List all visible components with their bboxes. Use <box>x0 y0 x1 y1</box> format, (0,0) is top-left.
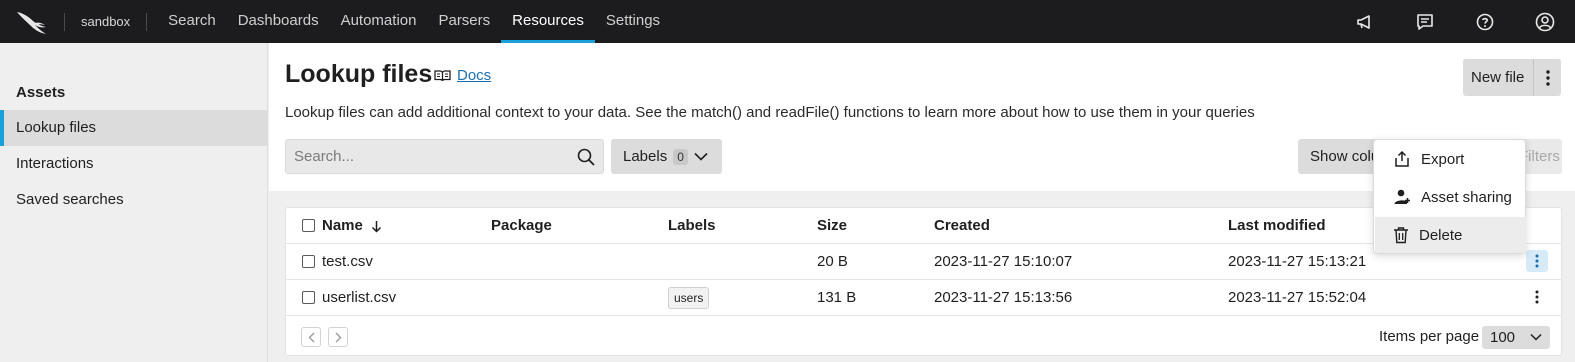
file-created: 2023-11-27 15:13:56 <box>934 289 1073 306</box>
topbar-icons <box>1335 0 1575 43</box>
items-per-page-label: Items per page <box>1379 328 1480 345</box>
chat-icon[interactable] <box>1395 0 1455 43</box>
sidebar-item-lookup-files[interactable]: Lookup files <box>0 110 268 146</box>
help-icon[interactable] <box>1455 0 1515 43</box>
items-per-page-value: 100 <box>1490 329 1516 346</box>
nav-automation[interactable]: Automation <box>330 0 428 43</box>
divider <box>146 12 148 31</box>
export-icon <box>1395 150 1409 167</box>
main-nav: Search Dashboards Automation Parsers Res… <box>157 0 671 43</box>
file-labels: users <box>668 280 710 316</box>
column-header-created[interactable]: Created <box>934 208 990 244</box>
docs-link[interactable]: Docs <box>457 67 491 84</box>
book-icon <box>434 70 451 82</box>
nav-settings[interactable]: Settings <box>595 0 671 43</box>
menu-item-asset-sharing[interactable]: Asset sharing <box>1375 179 1526 215</box>
docs-link-group[interactable]: Docs <box>434 67 491 84</box>
column-header-size[interactable]: Size <box>817 208 847 244</box>
megaphone-icon[interactable] <box>1335 0 1395 43</box>
more-options-button[interactable] <box>1534 59 1561 96</box>
menu-item-label: Asset sharing <box>1421 188 1512 206</box>
next-page-button[interactable] <box>328 327 348 347</box>
workspace-name[interactable]: sandbox <box>65 14 146 29</box>
column-header-labels[interactable]: Labels <box>668 208 716 244</box>
pagination-bar: Items per page 100 <box>286 318 1561 356</box>
labels-filter-label: Labels <box>623 148 668 165</box>
nav-dashboards[interactable]: Dashboards <box>227 0 330 43</box>
select-all-checkbox[interactable] <box>302 219 315 232</box>
file-created: 2023-11-27 15:10:07 <box>934 253 1073 270</box>
menu-item-export[interactable]: Export <box>1375 141 1526 177</box>
lookup-files-table: Name Package Labels Size Created Last mo… <box>285 207 1562 356</box>
column-header-last-modified[interactable]: Last modified <box>1228 208 1326 244</box>
row-checkbox[interactable] <box>302 255 315 268</box>
file-size: 20 B <box>817 253 848 270</box>
menu-item-label: Export <box>1421 150 1465 168</box>
new-file-button[interactable]: New file <box>1463 59 1535 96</box>
menu-item-label: Delete <box>1419 226 1463 244</box>
falcon-logo-icon[interactable] <box>0 0 64 43</box>
file-size: 131 B <box>817 289 857 306</box>
sidebar-title: Assets <box>16 84 66 101</box>
row-actions-button[interactable] <box>1526 250 1548 272</box>
nav-resources[interactable]: Resources <box>501 0 595 43</box>
table-header-row: Name Package Labels Size Created Last mo… <box>286 208 1561 244</box>
kebab-icon <box>1535 254 1539 268</box>
chevron-down-icon <box>694 152 708 161</box>
label-chip[interactable]: users <box>668 287 710 310</box>
items-per-page-select[interactable]: 100 <box>1482 326 1550 349</box>
chevron-left-icon <box>308 332 314 342</box>
sidebar-item-interactions[interactable]: Interactions <box>0 146 268 182</box>
sidebar: Assets Lookup files Interactions Saved s… <box>0 43 268 362</box>
kebab-icon <box>1535 290 1539 304</box>
menu-item-delete[interactable]: Delete <box>1375 217 1526 253</box>
file-name[interactable]: test.csv <box>322 244 373 280</box>
column-header-name[interactable]: Name <box>322 208 382 244</box>
file-name[interactable]: userlist.csv <box>322 280 396 316</box>
table-row[interactable]: test.csv 20 B 2023-11-27 15:10:07 2023-1… <box>286 244 1561 280</box>
page-title: Lookup files <box>285 60 433 88</box>
trash-icon <box>1394 227 1408 244</box>
column-header-package[interactable]: Package <box>491 208 552 244</box>
labels-filter-button[interactable]: Labels 0 <box>611 139 722 174</box>
table-row[interactable]: userlist.csv users 131 B 2023-11-27 15:1… <box>286 280 1561 316</box>
labels-count-badge: 0 <box>673 148 688 165</box>
search-field <box>285 139 604 174</box>
page-description: Lookup files can add additional context … <box>285 104 1255 121</box>
sort-arrow-down-icon <box>372 220 382 233</box>
nav-parsers[interactable]: Parsers <box>427 0 501 43</box>
row-checkbox[interactable] <box>302 291 315 304</box>
nav-search[interactable]: Search <box>157 0 227 43</box>
search-icon[interactable] <box>577 148 595 166</box>
chevron-right-icon <box>335 332 341 342</box>
share-user-icon <box>1394 189 1410 204</box>
row-actions-button[interactable] <box>1526 286 1548 308</box>
row-actions-menu: Export Asset sharing Delete <box>1373 139 1526 254</box>
file-last-modified: 2023-11-27 15:52:04 <box>1228 289 1367 306</box>
sidebar-item-saved-searches[interactable]: Saved searches <box>0 182 268 218</box>
chevron-down-icon <box>1530 333 1542 341</box>
user-icon[interactable] <box>1515 0 1575 43</box>
search-input[interactable] <box>286 140 566 173</box>
new-file-button-group: New file <box>1463 59 1562 96</box>
top-navigation-bar: sandbox Search Dashboards Automation Par… <box>0 0 1575 43</box>
kebab-icon <box>1546 69 1550 86</box>
file-last-modified: 2023-11-27 15:13:21 <box>1228 253 1367 270</box>
previous-page-button[interactable] <box>301 327 321 347</box>
